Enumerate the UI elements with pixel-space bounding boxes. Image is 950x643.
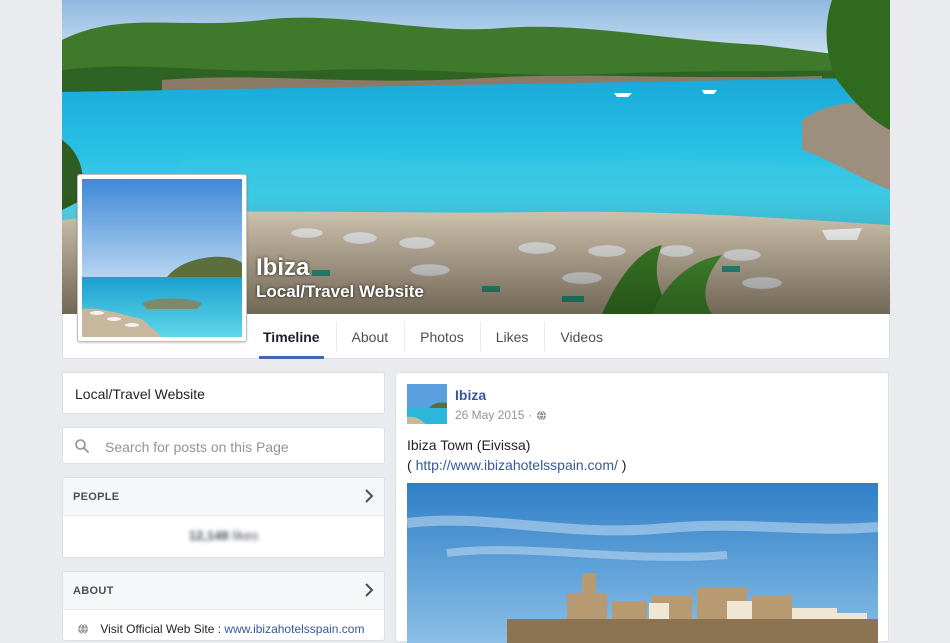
likes-count[interactable]: 12,148 likes xyxy=(63,528,384,543)
globe-icon xyxy=(78,623,88,635)
tab-likes[interactable]: Likes xyxy=(479,314,545,359)
chevron-right-icon[interactable] xyxy=(364,583,374,597)
people-header[interactable]: PEOPLE xyxy=(63,478,384,516)
globe-icon xyxy=(537,410,547,420)
about-website-link[interactable]: www.ibizahotelsspain.com xyxy=(224,622,364,636)
about-website-line: Visit Official Web Site : www.ibizahotel… xyxy=(77,622,364,636)
post-photo[interactable] xyxy=(407,483,878,643)
about-header-label: ABOUT xyxy=(73,585,114,597)
profile-picture[interactable] xyxy=(77,174,247,342)
chevron-right-icon[interactable] xyxy=(364,489,374,503)
post-link-line: ( http://www.ibizahotelsspain.com/ ) xyxy=(407,457,626,473)
likes-number: 12,148 xyxy=(188,528,229,543)
about-header[interactable]: ABOUT xyxy=(63,572,384,610)
about-website-prefix: Visit Official Web Site : xyxy=(100,622,222,636)
tab-about[interactable]: About xyxy=(335,314,405,359)
post-link[interactable]: http://www.ibizahotelsspain.com/ xyxy=(416,457,618,473)
post-text: Ibiza Town (Eivissa) xyxy=(407,437,531,453)
category-label[interactable]: Local/Travel Website xyxy=(75,386,205,402)
page-tabs: Timeline About Photos Likes Videos xyxy=(247,314,619,359)
people-header-label: PEOPLE xyxy=(73,491,120,503)
page-category[interactable]: Local/Travel Website xyxy=(256,282,424,302)
paren-open: ( xyxy=(407,457,412,473)
likes-label: likes xyxy=(232,528,259,543)
page-search-box[interactable] xyxy=(62,427,385,464)
people-section: PEOPLE 12,148 likes xyxy=(62,477,385,558)
meta-separator: · xyxy=(528,408,533,422)
post-author-avatar[interactable] xyxy=(407,384,447,424)
page-category-box[interactable]: Local/Travel Website xyxy=(62,372,385,414)
post-meta: 26 May 2015 · xyxy=(455,408,547,422)
search-input[interactable] xyxy=(103,434,377,460)
post-card: Ibiza 26 May 2015 · Ibiza Town (Eivissa)… xyxy=(395,372,889,643)
tab-photos[interactable]: Photos xyxy=(404,314,480,359)
search-icon xyxy=(75,439,89,453)
paren-close: ) xyxy=(621,457,627,473)
tab-videos[interactable]: Videos xyxy=(544,314,619,359)
tab-timeline[interactable]: Timeline xyxy=(247,314,336,359)
post-author-name[interactable]: Ibiza xyxy=(455,387,486,403)
post-date[interactable]: 26 May 2015 xyxy=(455,408,524,422)
page-name[interactable]: Ibiza xyxy=(256,254,309,282)
